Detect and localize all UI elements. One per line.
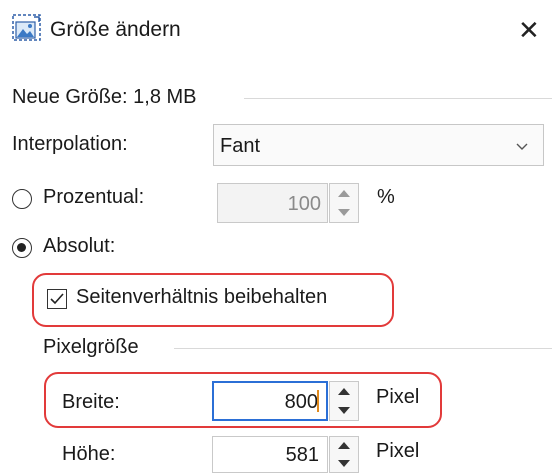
spinner-up-icon (330, 184, 358, 203)
height-input[interactable]: 581 (212, 436, 328, 473)
width-spinner[interactable] (329, 381, 359, 421)
keep-ratio-label: Seitenverhältnis beibehalten (76, 286, 328, 308)
spinner-down-icon[interactable] (330, 401, 358, 420)
width-input[interactable]: 800 (212, 381, 328, 421)
percent-input: 100 (217, 183, 328, 223)
absolute-label: Absolut: (43, 235, 116, 257)
new-size-label: Neue Größe: 1,8 MB (12, 86, 197, 108)
height-label: Höhe: (62, 443, 116, 465)
absolute-radio[interactable] (12, 238, 32, 258)
percent-spinner (329, 183, 359, 223)
width-label: Breite: (62, 391, 120, 413)
spinner-down-icon (330, 203, 358, 222)
spinner-up-icon[interactable] (330, 437, 358, 455)
height-unit: Pixel (376, 440, 420, 462)
new-size-divider (244, 98, 552, 99)
text-cursor (317, 390, 319, 412)
height-value: 581 (285, 444, 319, 466)
chevron-down-icon (514, 138, 530, 159)
close-icon[interactable]: ✕ (518, 17, 540, 43)
keep-ratio-checkbox[interactable] (47, 289, 67, 309)
interpolation-label: Interpolation: (12, 133, 128, 155)
height-spinner[interactable] (329, 436, 359, 473)
title-bar: Größe ändern ✕ (0, 0, 552, 60)
spinner-down-icon[interactable] (330, 455, 358, 473)
pixel-size-divider (174, 348, 552, 349)
pixel-size-label: Pixelgröße (43, 336, 139, 358)
percent-unit: % (377, 186, 395, 208)
spinner-up-icon[interactable] (330, 382, 358, 401)
resize-image-icon (12, 14, 42, 42)
percent-label: Prozentual: (43, 186, 145, 208)
checkmark-icon (50, 293, 64, 305)
width-unit: Pixel (376, 386, 420, 408)
percent-value: 100 (287, 193, 321, 215)
interpolation-value: Fant (220, 135, 261, 157)
dialog-title: Größe ändern (50, 18, 181, 41)
interpolation-select[interactable]: Fant (213, 124, 544, 166)
radio-selected-dot (17, 243, 26, 252)
percent-radio[interactable] (12, 189, 32, 209)
width-value: 800 (284, 391, 318, 413)
